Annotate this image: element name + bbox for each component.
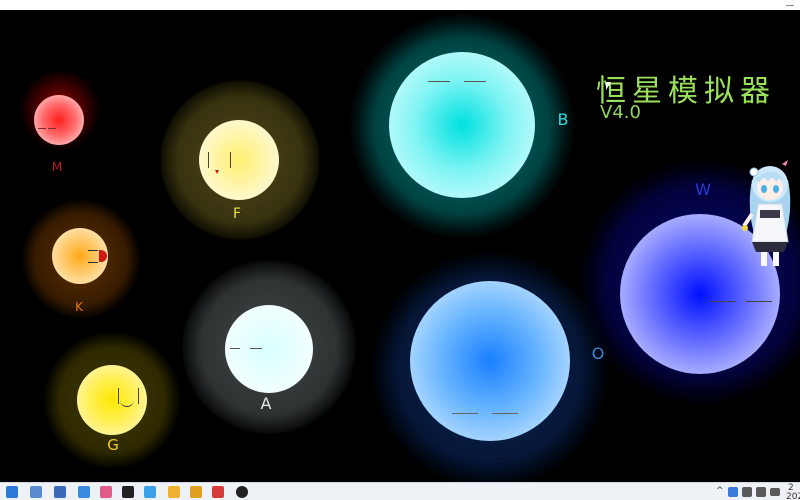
browser-icon[interactable]: [236, 486, 248, 498]
star-a[interactable]: [225, 305, 313, 393]
star-m-label: M: [51, 160, 63, 174]
tray-chevron-icon[interactable]: ^: [716, 486, 724, 496]
star-k-label: K: [75, 300, 83, 314]
window-title-bar: [0, 0, 800, 10]
settings-icon[interactable]: [54, 486, 66, 498]
star-f-label: F: [232, 206, 242, 222]
network-icon[interactable]: [728, 487, 738, 497]
star-f[interactable]: [199, 120, 279, 200]
clock-date[interactable]: 202: [786, 492, 800, 500]
star-g[interactable]: [77, 365, 147, 435]
taskbar: ^ 2 202: [0, 482, 800, 500]
star-a-label: A: [260, 394, 272, 413]
star-b[interactable]: [389, 52, 535, 198]
wifi-icon[interactable]: [742, 487, 752, 497]
speaker-icon[interactable]: [756, 487, 766, 497]
star-w-label: W: [695, 180, 711, 199]
start-icon[interactable]: [6, 486, 18, 498]
folder-icon[interactable]: [168, 486, 180, 498]
app-version: V4.0: [600, 102, 641, 123]
minimize-icon[interactable]: [786, 5, 794, 6]
snowflake-icon[interactable]: [78, 486, 90, 498]
battery-icon[interactable]: [770, 488, 780, 496]
mascot-character-icon[interactable]: [742, 150, 798, 270]
meeting-icon[interactable]: [144, 486, 156, 498]
star-g-label: G: [107, 436, 119, 454]
star-simulator-canvas[interactable]: M F K G A B O W 恒星模拟器 V4.0: [0, 10, 800, 482]
file-icon[interactable]: [30, 486, 42, 498]
photos-icon[interactable]: [100, 486, 112, 498]
star-b-label: B: [557, 110, 569, 129]
star-o[interactable]: [410, 281, 570, 441]
game-icon[interactable]: [190, 486, 202, 498]
video-icon[interactable]: [122, 486, 134, 498]
app-icon[interactable]: [212, 486, 224, 498]
star-m[interactable]: [34, 95, 84, 145]
mouse-cursor-icon: [606, 82, 611, 90]
